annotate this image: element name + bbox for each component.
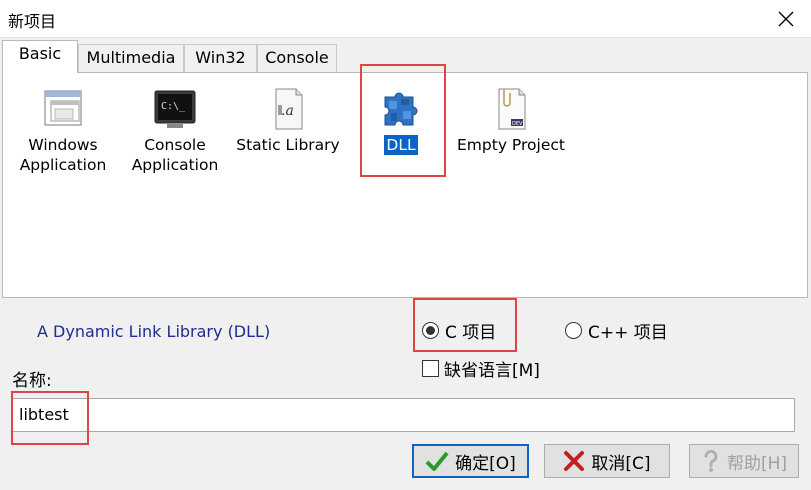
project-label: DLL — [384, 135, 418, 155]
project-label-line2: Application — [19, 156, 107, 174]
tab-win32[interactable]: Win32 — [184, 44, 257, 72]
radio-label-c: C 项目 — [445, 323, 497, 343]
project-label-line2: Application — [131, 156, 219, 174]
name-label: 名称: — [12, 371, 52, 391]
windows-app-icon — [37, 83, 89, 135]
dll-icon — [375, 83, 427, 135]
cross-icon — [563, 450, 585, 472]
cancel-button-label: 取消[C] — [591, 453, 651, 474]
tab-basic[interactable]: Basic — [2, 40, 78, 73]
project-label: Empty Project — [457, 136, 565, 154]
project-static-library[interactable]: .a Static Library — [228, 83, 348, 155]
close-button[interactable] — [771, 4, 801, 34]
project-type-panel: Windows Application C:\_ Console Applica… — [2, 72, 808, 298]
project-console-application[interactable]: C:\_ Console Application — [115, 83, 235, 175]
svg-text:DEV: DEV — [512, 121, 523, 127]
svg-text:.a: .a — [281, 103, 294, 119]
default-language-label: 缺省语言[M] — [444, 361, 540, 381]
help-button-label: 帮助[H] — [726, 453, 788, 474]
tab-console[interactable]: Console — [257, 44, 337, 72]
help-question-icon — [701, 449, 721, 473]
close-icon — [778, 11, 794, 27]
console-app-icon: C:\_ — [149, 83, 201, 135]
empty-project-icon: DEV — [485, 83, 537, 135]
cancel-button[interactable]: 取消[C] — [544, 444, 670, 478]
help-button[interactable]: 帮助[H] — [689, 444, 799, 478]
project-label: Console — [144, 136, 206, 154]
ok-button[interactable]: 确定[O] — [412, 444, 529, 478]
name-input[interactable]: libtest — [12, 398, 795, 432]
title-bar: 新项目 — [0, 0, 811, 38]
radio-label-cpp: C++ 项目 — [588, 323, 668, 343]
default-language-checkbox[interactable]: 缺省语言[M] — [422, 356, 540, 381]
project-empty-project[interactable]: DEV Empty Project — [451, 83, 571, 155]
project-label: Windows — [28, 136, 98, 154]
static-library-icon: .a — [262, 83, 314, 135]
checkbox-box[interactable] — [422, 360, 439, 377]
checkmark-icon — [425, 450, 449, 472]
window-title: 新项目 — [8, 12, 57, 31]
project-dll[interactable]: DLL — [341, 83, 461, 155]
radio-dot[interactable] — [565, 322, 582, 339]
radio-dot-selected[interactable] — [422, 322, 439, 339]
svg-text:C:\_: C:\_ — [161, 101, 186, 112]
radio-cpp-project[interactable]: C++ 项目 — [565, 318, 668, 343]
ok-button-label: 确定[O] — [455, 453, 516, 474]
radio-c-project[interactable]: C 项目 — [422, 318, 496, 343]
tab-multimedia[interactable]: Multimedia — [78, 44, 184, 72]
project-windows-application[interactable]: Windows Application — [3, 83, 123, 175]
project-label: Static Library — [236, 136, 340, 154]
project-description: A Dynamic Link Library (DLL) — [37, 322, 271, 341]
